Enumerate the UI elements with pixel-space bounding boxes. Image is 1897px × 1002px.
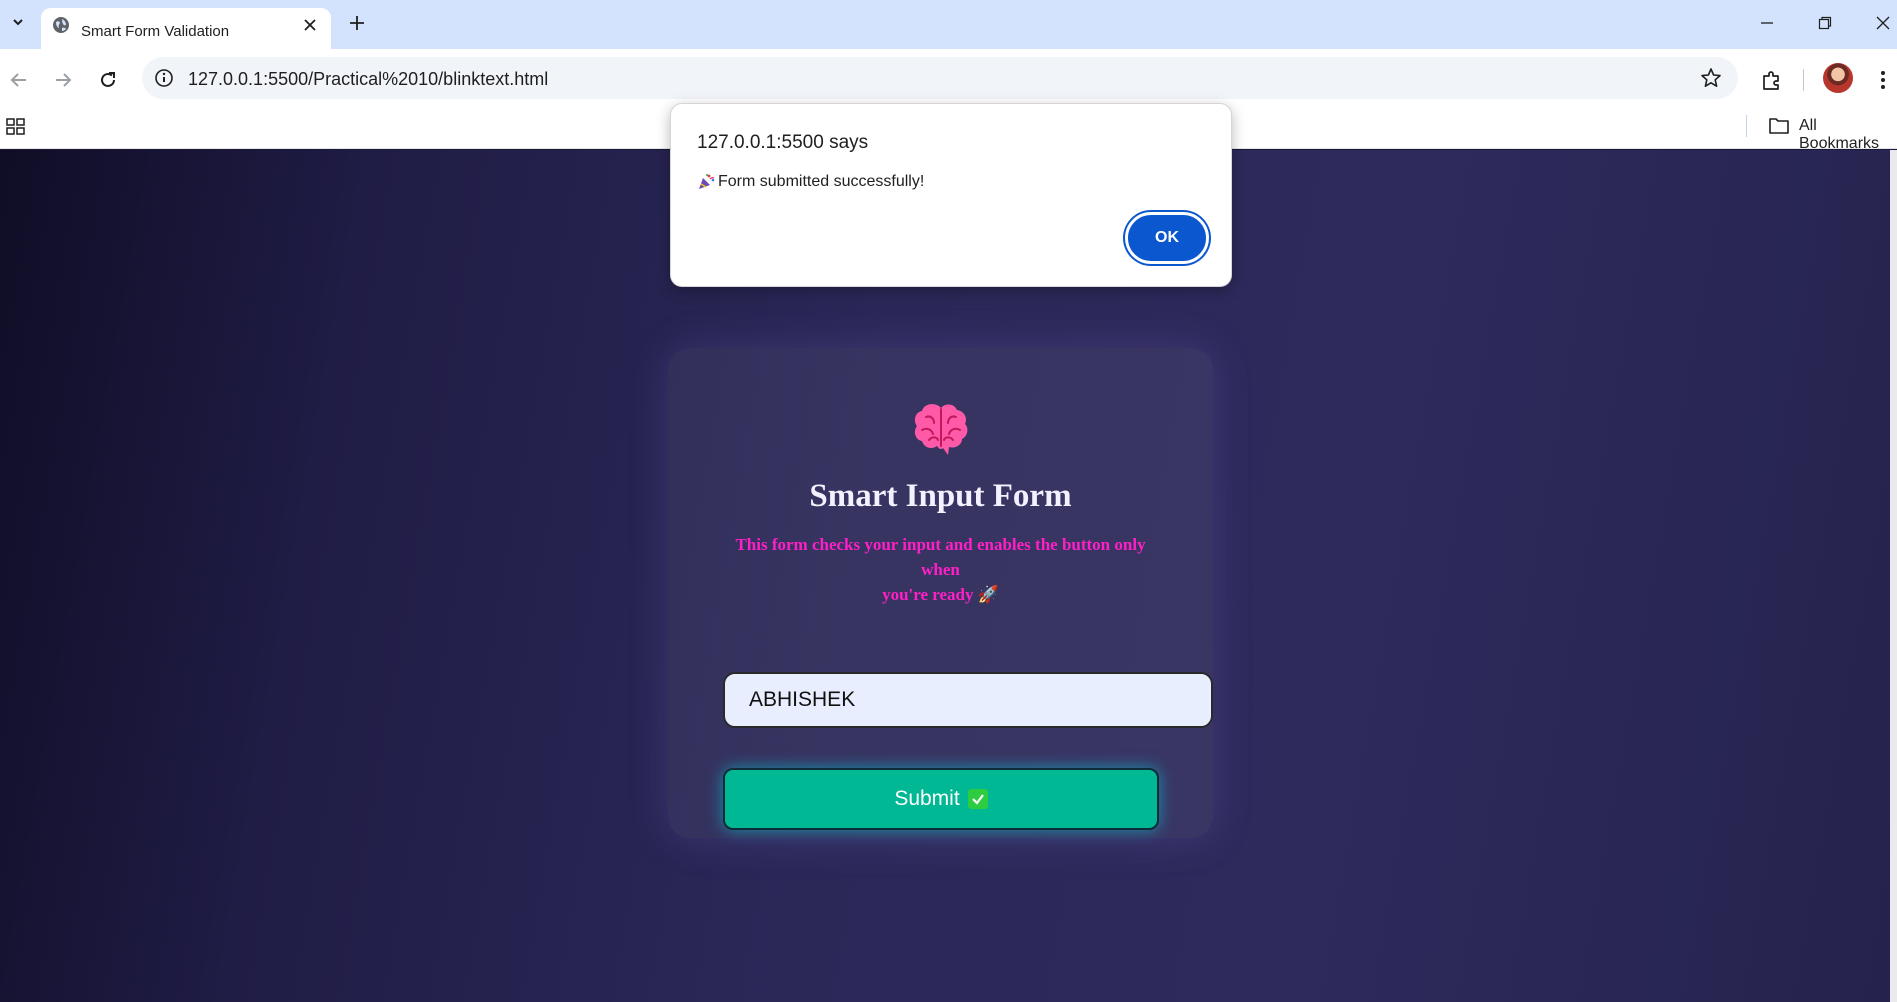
back-button[interactable] (4, 65, 34, 95)
apps-grid-icon[interactable] (6, 117, 26, 137)
form-title: Smart Input Form (809, 478, 1072, 514)
submit-button[interactable]: Submit (723, 768, 1159, 830)
tab-strip: Smart Form Validation (0, 0, 1897, 49)
check-icon (967, 789, 988, 809)
reload-icon (101, 72, 115, 87)
form-card: Smart Input Form This form checks your i… (668, 348, 1213, 838)
profile-avatar[interactable] (1823, 63, 1853, 93)
tab-title: Smart Form Validation (81, 23, 230, 40)
dialog-title: 127.0.0.1:5500 says (697, 132, 869, 153)
all-bookmarks-link[interactable]: All Bookmarks (1799, 117, 1897, 153)
tab-close-button[interactable] (299, 14, 321, 36)
brain-icon (914, 404, 968, 455)
form-subtitle: This form checks your input and enables … (718, 532, 1163, 607)
ok-button[interactable]: OK (1125, 212, 1209, 264)
active-tab[interactable]: Smart Form Validation (41, 8, 331, 49)
minimize-button[interactable] (1752, 10, 1782, 36)
info-icon[interactable] (154, 68, 174, 88)
toolbar-divider (1803, 69, 1804, 91)
chevron-down-icon (13, 19, 23, 26)
restore-button[interactable] (1810, 10, 1840, 36)
folder-icon (1769, 118, 1789, 134)
reload-button[interactable] (93, 65, 123, 95)
close-window-button[interactable] (1868, 10, 1897, 36)
bookmarks-divider (1746, 115, 1747, 137)
form-subtitle-line-2: you're ready 🚀 (882, 585, 999, 604)
submit-label: Submit (894, 787, 960, 810)
party-popper-icon (699, 174, 715, 189)
close-icon (1876, 16, 1890, 30)
tab-search-button[interactable] (4, 8, 32, 36)
url-text[interactable]: 127.0.0.1:5500/Practical%2010/blinktext.… (188, 69, 548, 90)
plus-icon (350, 16, 364, 30)
new-tab-button[interactable] (344, 10, 370, 36)
more-vertical-icon (1881, 71, 1885, 89)
dialog-message-text: Form submitted successfully! (718, 173, 925, 190)
restore-icon (1818, 16, 1832, 30)
dialog-message: Form submitted successfully! (697, 173, 924, 191)
menu-button[interactable] (1868, 65, 1897, 95)
globe-icon (53, 17, 69, 33)
name-input[interactable] (723, 672, 1213, 728)
arrow-right-icon (56, 73, 72, 87)
page-scrollbar[interactable] (1890, 150, 1897, 1002)
alert-dialog: 127.0.0.1:5500 says Form submitted succe… (670, 103, 1232, 287)
close-icon (304, 19, 316, 31)
puzzle-icon (1763, 71, 1779, 90)
arrow-left-icon (10, 73, 26, 87)
extensions-button[interactable] (1757, 65, 1787, 95)
browser-toolbar: 127.0.0.1:5500/Practical%2010/blinktext.… (0, 49, 1897, 107)
form-subtitle-line-1: This form checks your input and enables … (735, 535, 1146, 579)
forward-button[interactable] (48, 65, 78, 95)
bookmark-star-icon[interactable] (1700, 67, 1722, 89)
address-bar[interactable]: 127.0.0.1:5500/Practical%2010/blinktext.… (142, 57, 1738, 99)
minimize-icon (1761, 22, 1773, 24)
